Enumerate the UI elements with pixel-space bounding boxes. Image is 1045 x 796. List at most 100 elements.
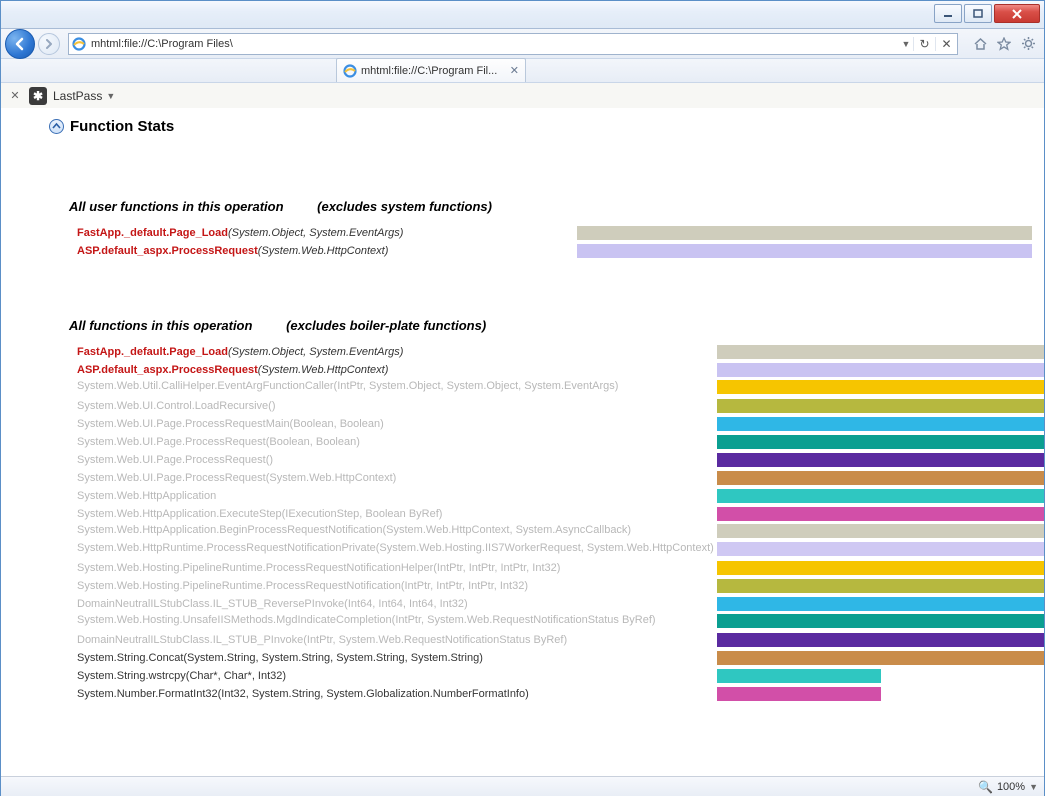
section1-heading: All user functions in this operation	[69, 199, 284, 214]
lastpass-icon[interactable]: ✱	[29, 87, 47, 105]
function-label[interactable]: ASP.default_aspx.ProcessRequest(System.W…	[77, 245, 577, 257]
function-bar	[717, 524, 1044, 538]
address-dropdown[interactable]: ▼	[899, 39, 913, 49]
addon-close-icon[interactable]: ✕	[7, 89, 23, 102]
zoom-icon[interactable]: 🔍	[978, 780, 993, 794]
function-label[interactable]: DomainNeutralILStubClass.IL_STUB_PInvoke…	[77, 634, 717, 646]
function-row: System.Web.HttpApplication.ExecuteStep(I…	[77, 505, 1044, 522]
function-bar	[717, 687, 1044, 701]
function-bar	[717, 417, 1044, 431]
zoom-label[interactable]: 100%	[997, 781, 1025, 793]
collapse-toggle[interactable]	[49, 119, 64, 134]
minimize-button[interactable]	[934, 4, 962, 23]
window-titlebar	[1, 1, 1044, 29]
function-bar	[717, 453, 1044, 467]
addon-dropdown-icon[interactable]: ▼	[106, 91, 115, 101]
function-label[interactable]: System.Web.Hosting.PipelineRuntime.Proce…	[77, 562, 717, 574]
status-bar: 🔍 100% ▼	[1, 776, 1044, 796]
function-label[interactable]: System.Web.UI.Control.LoadRecursive()	[77, 400, 717, 412]
maximize-button[interactable]	[964, 4, 992, 23]
function-bar	[577, 226, 1032, 240]
function-row: FastApp._default.Page_Load(System.Object…	[77, 224, 1044, 241]
function-bar	[717, 399, 1044, 413]
function-label[interactable]: System.Web.UI.Page.ProcessRequest(System…	[77, 472, 717, 484]
ie-icon	[343, 64, 357, 78]
function-label[interactable]: FastApp._default.Page_Load(System.Object…	[77, 227, 577, 239]
function-label[interactable]: System.Number.FormatInt32(Int32, System.…	[77, 688, 717, 700]
section2-heading: All functions in this operation	[69, 318, 252, 333]
close-button[interactable]	[994, 4, 1040, 23]
addon-label[interactable]: LastPass	[53, 89, 102, 103]
function-row: System.Web.HttpRuntime.ProcessRequestNot…	[77, 541, 1044, 558]
function-label[interactable]: System.Web.Hosting.UnsafeIISMethods.MgdI…	[77, 613, 717, 630]
function-row: System.Web.UI.Page.ProcessRequest(Boolea…	[77, 433, 1044, 450]
function-label[interactable]: ASP.default_aspx.ProcessRequest(System.W…	[77, 364, 717, 376]
section1-aside: (excludes system functions)	[317, 199, 492, 214]
stop-button[interactable]: ✕	[935, 37, 957, 51]
function-label[interactable]: System.Web.Hosting.PipelineRuntime.Proce…	[77, 580, 717, 592]
function-bar	[717, 435, 1044, 449]
function-row: DomainNeutralILStubClass.IL_STUB_Reverse…	[77, 595, 1044, 612]
zoom-dropdown-icon[interactable]: ▼	[1029, 782, 1038, 792]
function-bar	[577, 244, 1032, 258]
function-label[interactable]: FastApp._default.Page_Load(System.Object…	[77, 346, 717, 358]
function-label[interactable]: System.Web.HttpApplication.BeginProcessR…	[77, 523, 717, 540]
function-row: System.String.Concat(System.String, Syst…	[77, 649, 1044, 666]
function-label[interactable]: DomainNeutralILStubClass.IL_STUB_Reverse…	[77, 598, 717, 610]
function-label[interactable]: System.Web.UI.Page.ProcessRequest()	[77, 454, 717, 466]
function-bar	[717, 507, 1044, 521]
function-row: System.Web.UI.Page.ProcessRequest(System…	[77, 469, 1044, 486]
function-row: System.Web.Hosting.PipelineRuntime.Proce…	[77, 559, 1044, 576]
function-bar	[717, 363, 1044, 377]
function-bar	[717, 597, 1044, 611]
tab-strip: mhtml:file://C:\Program Fil... ✕	[1, 59, 1044, 83]
section2-aside: (excludes boiler-plate functions)	[286, 318, 486, 333]
function-bar	[717, 345, 1044, 359]
function-row: System.Web.HttpApplication	[77, 487, 1044, 504]
address-bar[interactable]: mhtml:file://C:\Program Files\ ▼ ↻ ✕	[68, 33, 958, 55]
home-icon[interactable]	[970, 34, 990, 54]
function-bar	[717, 489, 1044, 503]
function-bar	[717, 614, 1044, 628]
function-bar	[717, 633, 1044, 647]
function-label[interactable]: System.Web.HttpRuntime.ProcessRequestNot…	[77, 541, 717, 558]
function-row: System.Web.UI.Page.ProcessRequest()	[77, 451, 1044, 468]
navigation-bar: mhtml:file://C:\Program Files\ ▼ ↻ ✕	[1, 29, 1044, 59]
function-row: FastApp._default.Page_Load(System.Object…	[77, 343, 1044, 360]
content-viewport[interactable]: Function Stats All user functions in thi…	[1, 108, 1044, 776]
function-label[interactable]: System.Web.UI.Page.ProcessRequest(Boolea…	[77, 436, 717, 448]
function-bar	[717, 542, 1044, 556]
addon-bar: ✕ ✱ LastPass ▼	[1, 83, 1044, 109]
function-bar	[717, 380, 1044, 394]
function-label[interactable]: System.Web.HttpApplication	[77, 490, 717, 502]
back-button[interactable]	[5, 29, 35, 59]
section2-table: FastApp._default.Page_Load(System.Object…	[1, 333, 1044, 702]
function-label[interactable]: System.String.wstrcpy(Char*, Char*, Int3…	[77, 670, 717, 682]
function-row: ASP.default_aspx.ProcessRequest(System.W…	[77, 361, 1044, 378]
function-row: System.Number.FormatInt32(Int32, System.…	[77, 685, 1044, 702]
function-bar	[717, 561, 1044, 575]
address-text[interactable]: mhtml:file://C:\Program Files\	[89, 38, 899, 50]
function-label[interactable]: System.Web.HttpApplication.ExecuteStep(I…	[77, 508, 717, 520]
tools-icon[interactable]	[1018, 34, 1038, 54]
function-row: System.Web.Hosting.PipelineRuntime.Proce…	[77, 577, 1044, 594]
function-row: DomainNeutralILStubClass.IL_STUB_PInvoke…	[77, 631, 1044, 648]
favorites-icon[interactable]	[994, 34, 1014, 54]
function-label[interactable]: System.Web.Util.CalliHelper.EventArgFunc…	[77, 379, 717, 396]
function-row: System.Web.Util.CalliHelper.EventArgFunc…	[77, 379, 1044, 396]
section1-table: FastApp._default.Page_Load(System.Object…	[1, 214, 1044, 259]
ie-icon	[69, 37, 89, 51]
function-label[interactable]: System.String.Concat(System.String, Syst…	[77, 652, 717, 664]
forward-button[interactable]	[38, 33, 60, 55]
refresh-button[interactable]: ↻	[913, 37, 935, 51]
function-row: System.String.wstrcpy(Char*, Char*, Int3…	[77, 667, 1044, 684]
tab-close-icon[interactable]: ✕	[510, 64, 519, 77]
function-bar	[717, 651, 1044, 665]
function-row: System.Web.HttpApplication.BeginProcessR…	[77, 523, 1044, 540]
function-bar	[717, 579, 1044, 593]
function-row: System.Web.UI.Page.ProcessRequestMain(Bo…	[77, 415, 1044, 432]
browser-tab[interactable]: mhtml:file://C:\Program Fil... ✕	[336, 58, 526, 82]
function-label[interactable]: System.Web.UI.Page.ProcessRequestMain(Bo…	[77, 418, 717, 430]
page-title: Function Stats	[70, 118, 174, 135]
function-bar	[717, 471, 1044, 485]
